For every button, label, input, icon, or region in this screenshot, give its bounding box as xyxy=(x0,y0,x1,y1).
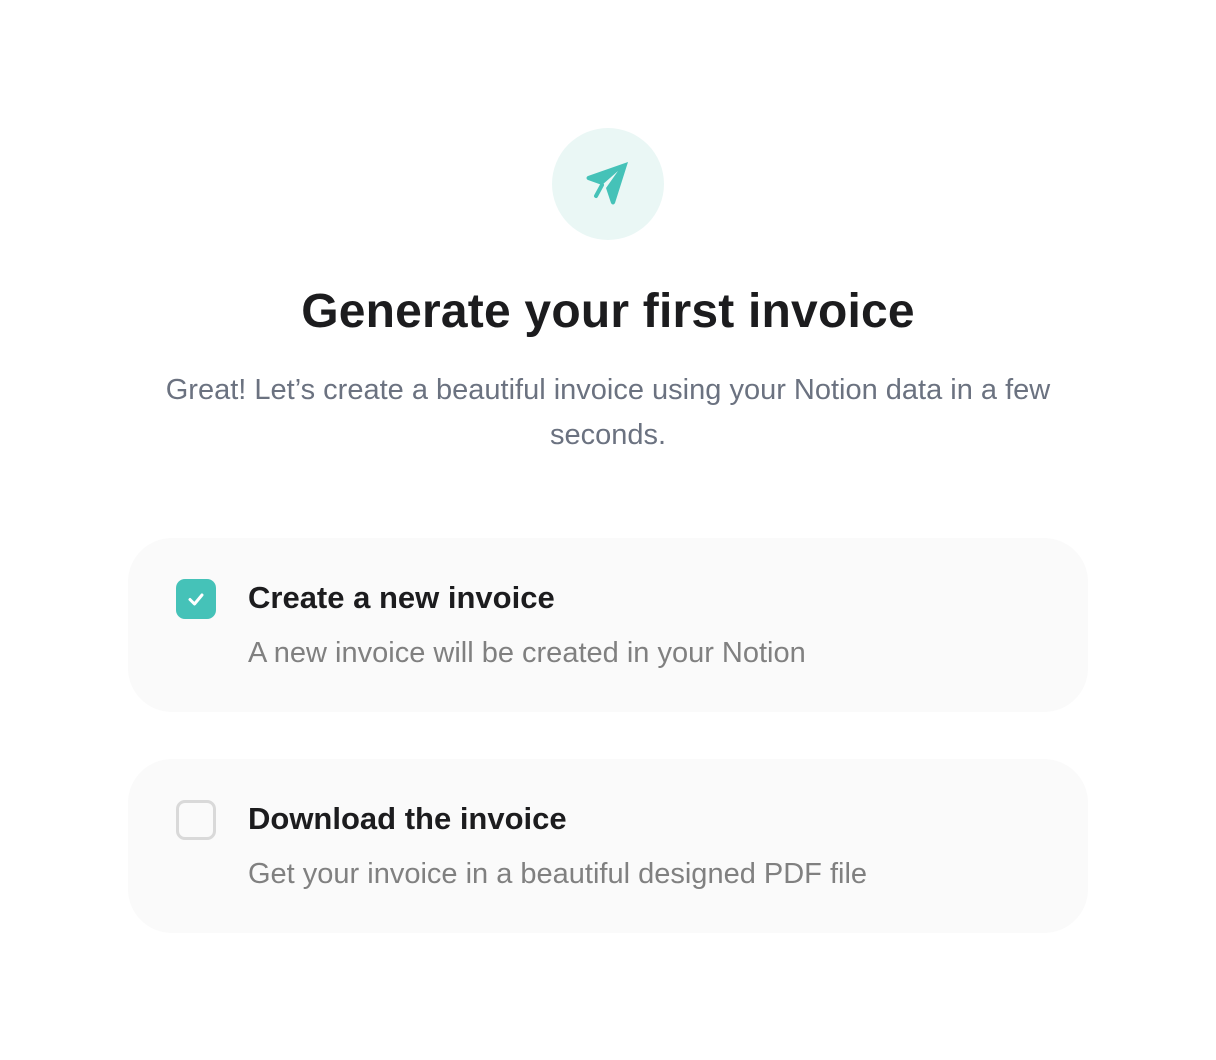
download-invoice-checkbox[interactable] xyxy=(176,800,216,840)
page-title: Generate your first invoice xyxy=(301,285,915,338)
page-subtitle: Great! Let’s create a beautiful invoice … xyxy=(165,374,1051,451)
paper-plane-icon xyxy=(586,162,628,205)
hero-icon-badge xyxy=(552,128,664,240)
option-create-new-invoice[interactable]: Create a new invoice A new invoice will … xyxy=(128,538,1088,712)
create-invoice-checkbox[interactable] xyxy=(176,579,216,619)
option-title: Download the invoice xyxy=(248,801,567,836)
option-title: Create a new invoice xyxy=(248,580,555,615)
checkmark-icon xyxy=(188,593,204,606)
option-download-invoice[interactable]: Download the invoice Get your invoice in… xyxy=(128,759,1088,933)
option-description: Get your invoice in a beautiful designed… xyxy=(248,858,868,890)
option-description: A new invoice will be created in your No… xyxy=(248,637,806,669)
